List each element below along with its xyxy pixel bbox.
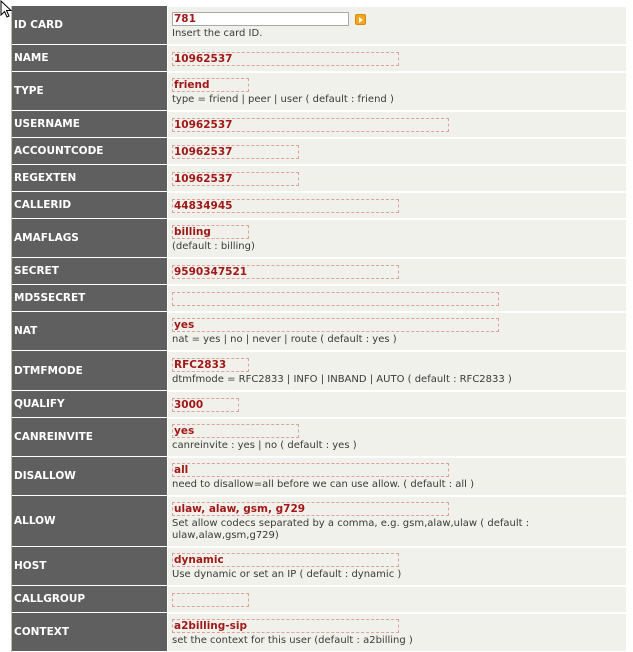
mouse-pointer-icon — [0, 0, 13, 18]
allow-input[interactable]: ulaw, alaw, gsm, g729 — [172, 502, 449, 516]
label-username: USERNAME — [12, 111, 168, 137]
row-host: HOST dynamic Use dynamic or set an IP ( … — [12, 547, 626, 586]
type-input[interactable]: friend — [172, 78, 249, 92]
label-allow: ALLOW — [12, 496, 168, 546]
row-username: USERNAME 10962537 — [12, 111, 626, 138]
id-card-hint: Insert the card ID. — [172, 28, 263, 39]
row-allow: ALLOW ulaw, alaw, gsm, g729 Set allow co… — [12, 496, 626, 547]
type-hint: type = friend | peer | user ( default : … — [172, 94, 394, 105]
label-md5secret: MD5SECRET — [12, 285, 168, 311]
canreinvite-hint: canreinvite : yes | no ( default : yes ) — [172, 440, 357, 451]
name-input[interactable]: 10962537 — [172, 52, 399, 66]
host-input[interactable]: dynamic — [172, 553, 399, 567]
id-card-input[interactable]: 781 — [172, 12, 349, 26]
row-callgroup: CALLGROUP — [12, 586, 626, 613]
regexten-input[interactable]: 10962537 — [172, 172, 299, 186]
row-amaflags: AMAFLAGS billing (default : billing) — [12, 219, 626, 258]
amaflags-input[interactable]: billing — [172, 225, 249, 239]
row-accountcode: ACCOUNTCODE 10962537 — [12, 138, 626, 165]
label-secret: SECRET — [12, 258, 168, 284]
row-disallow: DISALLOW all need to disallow=all before… — [12, 457, 626, 496]
disallow-hint: need to disallow=all before we can use a… — [172, 479, 475, 490]
label-host: HOST — [12, 547, 168, 585]
callgroup-input[interactable] — [172, 593, 249, 607]
row-regexten: REGEXTEN 10962537 — [12, 165, 626, 192]
amaflags-hint: (default : billing) — [172, 241, 255, 252]
row-md5secret: MD5SECRET — [12, 285, 626, 312]
row-dtmfmode: DTMFMODE RFC2833 dtmfmode = RFC2833 | IN… — [12, 351, 626, 391]
nat-hint: nat = yes | no | never | route ( default… — [172, 334, 397, 345]
row-context: CONTEXT a2billing-sip set the context fo… — [12, 613, 626, 652]
row-callerid: CALLERID 44834945 — [12, 192, 626, 219]
label-id-card: ID CARD — [12, 6, 168, 44]
row-canreinvite: CANREINVITE yes canreinvite : yes | no (… — [12, 418, 626, 457]
nat-input[interactable]: yes — [172, 318, 499, 332]
label-accountcode: ACCOUNTCODE — [12, 138, 168, 164]
label-context: CONTEXT — [12, 613, 168, 651]
dtmfmode-hint: dtmfmode = RFC2833 | INFO | INBAND | AUT… — [172, 373, 512, 385]
label-name: NAME — [12, 45, 168, 71]
row-secret: SECRET 9590347521 — [12, 258, 626, 285]
label-callerid: CALLERID — [12, 192, 168, 218]
label-regexten: REGEXTEN — [12, 165, 168, 191]
sip-friend-form: ID CARD 781 Insert the card ID. NAME 109… — [11, 6, 626, 652]
disallow-input[interactable]: all — [172, 463, 449, 477]
allow-hint: Set allow codecs separated by a comma, e… — [172, 518, 530, 541]
label-nat: NAT — [12, 312, 168, 350]
label-type: TYPE — [12, 72, 168, 110]
row-nat: NAT yes nat = yes | no | never | route (… — [12, 312, 626, 351]
label-amaflags: AMAFLAGS — [12, 219, 168, 257]
arrow-right-icon[interactable] — [355, 13, 366, 25]
context-input[interactable]: a2billing-sip — [172, 619, 399, 633]
md5secret-input[interactable] — [172, 292, 499, 306]
label-canreinvite: CANREINVITE — [12, 418, 168, 456]
label-callgroup: CALLGROUP — [12, 586, 168, 612]
label-dtmfmode: DTMFMODE — [12, 351, 168, 390]
dtmfmode-input[interactable]: RFC2833 — [172, 357, 249, 372]
row-type: TYPE friend type = friend | peer | user … — [12, 72, 626, 111]
row-id-card: ID CARD 781 Insert the card ID. — [12, 6, 626, 45]
username-input[interactable]: 10962537 — [172, 118, 449, 132]
accountcode-input[interactable]: 10962537 — [172, 145, 299, 159]
label-disallow: DISALLOW — [12, 457, 168, 495]
row-name: NAME 10962537 — [12, 45, 626, 72]
qualify-input[interactable]: 3000 — [172, 398, 239, 412]
host-hint: Use dynamic or set an IP ( default : dyn… — [172, 569, 402, 580]
label-qualify: QUALIFY — [12, 391, 168, 417]
canreinvite-input[interactable]: yes — [172, 424, 299, 438]
context-hint: set the context for this user (default :… — [172, 635, 413, 646]
secret-input[interactable]: 9590347521 — [172, 265, 399, 279]
row-qualify: QUALIFY 3000 — [12, 391, 626, 418]
callerid-input[interactable]: 44834945 — [172, 199, 399, 213]
